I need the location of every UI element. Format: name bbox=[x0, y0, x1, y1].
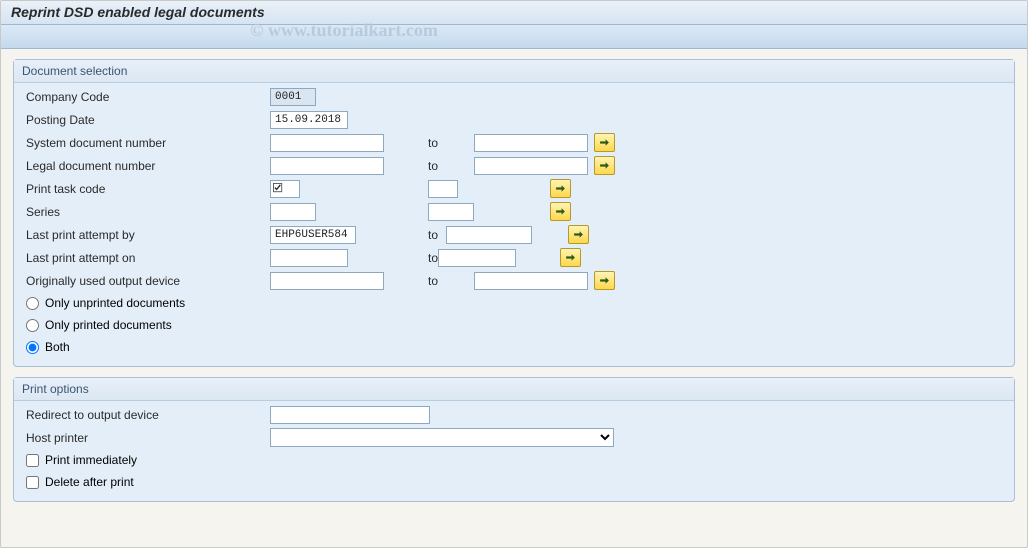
radio-only-unprinted[interactable] bbox=[26, 297, 39, 310]
series-to[interactable] bbox=[428, 203, 474, 221]
print-task-code-multi-button[interactable] bbox=[550, 179, 571, 198]
label-to: to bbox=[300, 182, 428, 196]
label-last-print-attempt-by: Last print attempt by bbox=[22, 228, 270, 242]
arrow-right-icon bbox=[555, 183, 566, 194]
group-print-options: Print options Redirect to output device … bbox=[13, 377, 1015, 502]
label-to: to bbox=[316, 205, 428, 219]
output-device-from[interactable] bbox=[270, 272, 384, 290]
group-document-selection: Document selection Company Code Posting … bbox=[13, 59, 1015, 367]
label-company-code: Company Code bbox=[22, 90, 270, 104]
label-print-task-code: Print task code bbox=[22, 182, 270, 196]
arrow-right-icon bbox=[599, 160, 610, 171]
label-legal-document-number: Legal document number bbox=[22, 159, 270, 173]
legal-document-number-from[interactable] bbox=[270, 157, 384, 175]
label-to: to bbox=[348, 251, 438, 265]
arrow-right-icon bbox=[599, 275, 610, 286]
label-last-print-attempt-on: Last print attempt on bbox=[22, 251, 270, 265]
checkbox-print-immediately[interactable] bbox=[26, 454, 39, 467]
legal-document-number-to[interactable] bbox=[474, 157, 588, 175]
company-code-field[interactable] bbox=[270, 88, 316, 106]
checkbox-delete-after-print[interactable] bbox=[26, 476, 39, 489]
radio-label-both: Both bbox=[45, 340, 70, 354]
label-to: to bbox=[356, 228, 446, 242]
label-to: to bbox=[384, 136, 474, 150]
label-originally-used-output-device: Originally used output device bbox=[22, 274, 270, 288]
label-system-document-number: System document number bbox=[22, 136, 270, 150]
last-print-attempt-on-from[interactable] bbox=[270, 249, 348, 267]
system-document-number-from[interactable] bbox=[270, 134, 384, 152]
radio-label-only-printed: Only printed documents bbox=[45, 318, 172, 332]
label-to: to bbox=[384, 159, 474, 173]
arrow-right-icon bbox=[565, 252, 576, 263]
last-print-attempt-on-to[interactable] bbox=[438, 249, 516, 267]
label-to: to bbox=[384, 274, 474, 288]
posting-date-field[interactable] bbox=[270, 111, 348, 129]
print-task-code-to[interactable] bbox=[428, 180, 458, 198]
series-multi-button[interactable] bbox=[550, 202, 571, 221]
label-host-printer: Host printer bbox=[22, 431, 270, 445]
label-series: Series bbox=[22, 205, 270, 219]
system-document-number-multi-button[interactable] bbox=[594, 133, 615, 152]
legal-document-number-multi-button[interactable] bbox=[594, 156, 615, 175]
last-print-attempt-by-to[interactable] bbox=[446, 226, 532, 244]
arrow-right-icon bbox=[599, 137, 610, 148]
last-print-attempt-by-from[interactable] bbox=[270, 226, 356, 244]
check-icon bbox=[273, 183, 284, 194]
radio-only-printed[interactable] bbox=[26, 319, 39, 332]
label-redirect-output-device: Redirect to output device bbox=[22, 408, 270, 422]
app-toolbar bbox=[1, 25, 1027, 49]
page-title: Reprint DSD enabled legal documents bbox=[1, 1, 1027, 25]
print-task-code-from[interactable] bbox=[270, 180, 300, 198]
host-printer-select[interactable] bbox=[270, 428, 614, 447]
arrow-right-icon bbox=[573, 229, 584, 240]
label-print-immediately: Print immediately bbox=[45, 453, 137, 467]
radio-both[interactable] bbox=[26, 341, 39, 354]
output-device-multi-button[interactable] bbox=[594, 271, 615, 290]
redirect-output-device-field[interactable] bbox=[270, 406, 430, 424]
label-delete-after-print: Delete after print bbox=[45, 475, 134, 489]
system-document-number-to[interactable] bbox=[474, 134, 588, 152]
arrow-right-icon bbox=[555, 206, 566, 217]
group-title-print-options: Print options bbox=[14, 378, 1014, 401]
series-from[interactable] bbox=[270, 203, 316, 221]
radio-label-only-unprinted: Only unprinted documents bbox=[45, 296, 185, 310]
label-posting-date: Posting Date bbox=[22, 113, 270, 127]
group-title-document-selection: Document selection bbox=[14, 60, 1014, 83]
last-print-attempt-by-multi-button[interactable] bbox=[568, 225, 589, 244]
output-device-to[interactable] bbox=[474, 272, 588, 290]
last-print-attempt-on-multi-button[interactable] bbox=[560, 248, 581, 267]
